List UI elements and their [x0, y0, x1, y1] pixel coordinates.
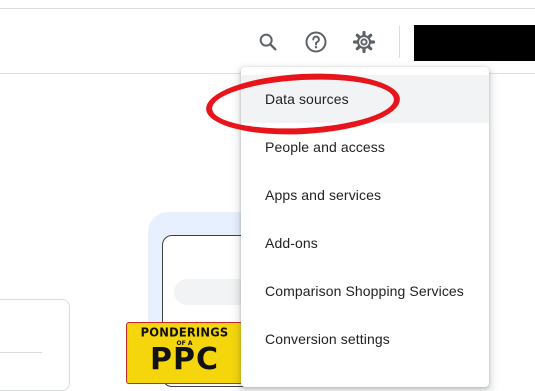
help-circle-icon — [305, 31, 327, 53]
menu-item-add-ons[interactable]: Add-ons — [241, 219, 489, 267]
toolbar-divider — [399, 26, 400, 58]
menu-item-label: Add-ons — [265, 235, 318, 251]
account-block[interactable] — [414, 25, 535, 61]
search-button[interactable] — [253, 27, 283, 57]
menu-item-comparison-shopping-services[interactable]: Comparison Shopping Services — [241, 267, 489, 315]
book-cover-image: PONDERINGS OF A PPC — [126, 322, 243, 384]
menu-item-label: Comparison Shopping Services — [265, 283, 464, 299]
background-card — [0, 299, 70, 391]
settings-button[interactable] — [349, 27, 379, 57]
gear-icon — [352, 30, 376, 54]
help-button[interactable] — [301, 27, 331, 57]
menu-item-apps-and-services[interactable]: Apps and services — [241, 171, 489, 219]
menu-item-label: People and access — [265, 139, 386, 155]
menu-item-conversion-settings[interactable]: Conversion settings — [241, 315, 489, 363]
book-big-text: PPC — [150, 342, 219, 377]
background-card-divider — [0, 352, 42, 353]
menu-item-label: Conversion settings — [265, 331, 390, 347]
top-border — [0, 8, 535, 9]
search-icon — [259, 33, 277, 51]
book-title: PONDERINGS — [140, 324, 229, 340]
menu-item-label: Apps and services — [265, 187, 382, 203]
